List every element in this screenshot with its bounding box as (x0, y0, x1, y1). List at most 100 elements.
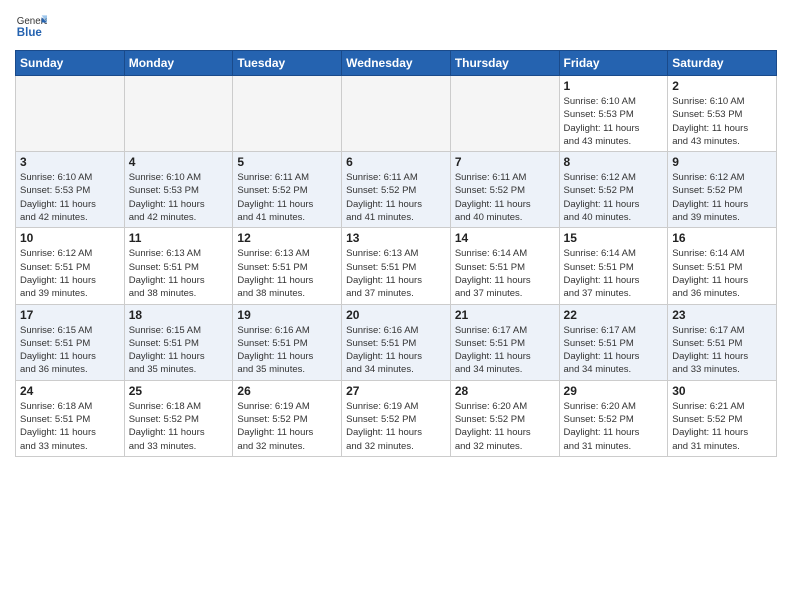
calendar-cell: 20Sunrise: 6:16 AMSunset: 5:51 PMDayligh… (342, 304, 451, 380)
day-number: 16 (672, 231, 772, 245)
day-number: 13 (346, 231, 446, 245)
day-info: Sunrise: 6:12 AMSunset: 5:52 PMDaylight:… (672, 171, 772, 224)
day-info: Sunrise: 6:15 AMSunset: 5:51 PMDaylight:… (129, 324, 229, 377)
calendar-cell: 14Sunrise: 6:14 AMSunset: 5:51 PMDayligh… (450, 228, 559, 304)
calendar-cell (16, 76, 125, 152)
day-info: Sunrise: 6:13 AMSunset: 5:51 PMDaylight:… (129, 247, 229, 300)
calendar-cell: 5 Sunrise: 6:11 AMSunset: 5:52 PMDaylight… (233, 152, 342, 228)
day-info: Sunrise: 6:15 AMSunset: 5:51 PMDaylight:… (20, 324, 120, 377)
day-info: Sunrise: 6:20 AMSunset: 5:52 PMDaylight:… (455, 400, 555, 453)
day-info: Sunrise: 6:12 AMSunset: 5:52 PMDaylight:… (564, 171, 664, 224)
day-number: 19 (237, 308, 337, 322)
day-number: 9 (672, 155, 772, 169)
calendar-cell: 28 Sunrise: 6:20 AMSunset: 5:52 PMDayligh… (450, 380, 559, 456)
day-number: 26 (237, 384, 337, 398)
header: General Blue (15, 10, 777, 42)
weekday-header-row: SundayMondayTuesdayWednesdayThursdayFrid… (16, 51, 777, 76)
day-info: Sunrise: 6:17 AMSunset: 5:51 PMDaylight:… (564, 324, 664, 377)
weekday-header-friday: Friday (559, 51, 668, 76)
calendar-cell (450, 76, 559, 152)
day-info: Sunrise: 6:19 AMSunset: 5:52 PMDaylight:… (237, 400, 337, 453)
day-info: Sunrise: 6:10 AMSunset: 5:53 PMDaylight:… (564, 95, 664, 148)
svg-text:Blue: Blue (17, 27, 43, 39)
calendar-cell: 27 Sunrise: 6:19 AMSunset: 5:52 PMDayligh… (342, 380, 451, 456)
week-row-3: 10Sunrise: 6:12 AMSunset: 5:51 PMDayligh… (16, 228, 777, 304)
day-info: Sunrise: 6:17 AMSunset: 5:51 PMDaylight:… (455, 324, 555, 377)
calendar-cell: 11 Sunrise: 6:13 AMSunset: 5:51 PMDayligh… (124, 228, 233, 304)
week-row-1: 1 Sunrise: 6:10 AMSunset: 5:53 PMDaylight… (16, 76, 777, 152)
day-number: 18 (129, 308, 229, 322)
calendar-cell: 19 Sunrise: 6:16 AMSunset: 5:51 PMDayligh… (233, 304, 342, 380)
day-info: Sunrise: 6:19 AMSunset: 5:52 PMDaylight:… (346, 400, 446, 453)
day-number: 1 (564, 79, 664, 93)
page: General Blue SundayMondayTuesdayWednesda… (0, 0, 792, 472)
calendar-cell: 3 Sunrise: 6:10 AMSunset: 5:53 PMDaylight… (16, 152, 125, 228)
day-info: Sunrise: 6:13 AMSunset: 5:51 PMDaylight:… (346, 247, 446, 300)
day-info: Sunrise: 6:11 AMSunset: 5:52 PMDaylight:… (346, 171, 446, 224)
day-number: 12 (237, 231, 337, 245)
day-info: Sunrise: 6:18 AMSunset: 5:52 PMDaylight:… (129, 400, 229, 453)
calendar-cell: 9 Sunrise: 6:12 AMSunset: 5:52 PMDaylight… (668, 152, 777, 228)
day-number: 15 (564, 231, 664, 245)
weekday-header-monday: Monday (124, 51, 233, 76)
day-number: 2 (672, 79, 772, 93)
calendar-cell: 1 Sunrise: 6:10 AMSunset: 5:53 PMDaylight… (559, 76, 668, 152)
week-row-5: 24 Sunrise: 6:18 AMSunset: 5:51 PMDayligh… (16, 380, 777, 456)
day-number: 6 (346, 155, 446, 169)
day-info: Sunrise: 6:10 AMSunset: 5:53 PMDaylight:… (20, 171, 120, 224)
calendar-cell: 13 Sunrise: 6:13 AMSunset: 5:51 PMDayligh… (342, 228, 451, 304)
day-info: Sunrise: 6:11 AMSunset: 5:52 PMDaylight:… (455, 171, 555, 224)
calendar-cell: 10Sunrise: 6:12 AMSunset: 5:51 PMDayligh… (16, 228, 125, 304)
day-number: 20 (346, 308, 446, 322)
day-number: 28 (455, 384, 555, 398)
calendar-cell (233, 76, 342, 152)
day-info: Sunrise: 6:11 AMSunset: 5:52 PMDaylight:… (237, 171, 337, 224)
generalblue-logo-icon: General Blue (15, 10, 47, 42)
day-number: 4 (129, 155, 229, 169)
day-number: 5 (237, 155, 337, 169)
week-row-2: 3 Sunrise: 6:10 AMSunset: 5:53 PMDaylight… (16, 152, 777, 228)
day-info: Sunrise: 6:12 AMSunset: 5:51 PMDaylight:… (20, 247, 120, 300)
day-info: Sunrise: 6:10 AMSunset: 5:53 PMDaylight:… (672, 95, 772, 148)
day-info: Sunrise: 6:16 AMSunset: 5:51 PMDaylight:… (237, 324, 337, 377)
weekday-header-saturday: Saturday (668, 51, 777, 76)
calendar-cell: 18 Sunrise: 6:15 AMSunset: 5:51 PMDayligh… (124, 304, 233, 380)
day-number: 11 (129, 231, 229, 245)
logo: General Blue (15, 10, 47, 42)
day-info: Sunrise: 6:18 AMSunset: 5:51 PMDaylight:… (20, 400, 120, 453)
day-number: 8 (564, 155, 664, 169)
calendar-table: SundayMondayTuesdayWednesdayThursdayFrid… (15, 50, 777, 457)
day-number: 25 (129, 384, 229, 398)
day-number: 3 (20, 155, 120, 169)
day-info: Sunrise: 6:20 AMSunset: 5:52 PMDaylight:… (564, 400, 664, 453)
weekday-header-thursday: Thursday (450, 51, 559, 76)
calendar-cell (342, 76, 451, 152)
calendar-cell: 23 Sunrise: 6:17 AMSunset: 5:51 PMDayligh… (668, 304, 777, 380)
calendar-cell: 17Sunrise: 6:15 AMSunset: 5:51 PMDayligh… (16, 304, 125, 380)
calendar-cell: 29 Sunrise: 6:20 AMSunset: 5:52 PMDayligh… (559, 380, 668, 456)
calendar-cell: 8 Sunrise: 6:12 AMSunset: 5:52 PMDaylight… (559, 152, 668, 228)
day-number: 21 (455, 308, 555, 322)
day-info: Sunrise: 6:13 AMSunset: 5:51 PMDaylight:… (237, 247, 337, 300)
calendar-cell (124, 76, 233, 152)
calendar-cell: 21 Sunrise: 6:17 AMSunset: 5:51 PMDayligh… (450, 304, 559, 380)
day-number: 24 (20, 384, 120, 398)
day-info: Sunrise: 6:14 AMSunset: 5:51 PMDaylight:… (564, 247, 664, 300)
day-number: 23 (672, 308, 772, 322)
day-number: 27 (346, 384, 446, 398)
calendar-cell: 25 Sunrise: 6:18 AMSunset: 5:52 PMDayligh… (124, 380, 233, 456)
week-row-4: 17Sunrise: 6:15 AMSunset: 5:51 PMDayligh… (16, 304, 777, 380)
day-number: 29 (564, 384, 664, 398)
calendar-cell: 4 Sunrise: 6:10 AMSunset: 5:53 PMDaylight… (124, 152, 233, 228)
day-info: Sunrise: 6:10 AMSunset: 5:53 PMDaylight:… (129, 171, 229, 224)
calendar-cell: 12 Sunrise: 6:13 AMSunset: 5:51 PMDayligh… (233, 228, 342, 304)
calendar-cell: 2 Sunrise: 6:10 AMSunset: 5:53 PMDaylight… (668, 76, 777, 152)
calendar-cell: 7Sunrise: 6:11 AMSunset: 5:52 PMDaylight… (450, 152, 559, 228)
day-info: Sunrise: 6:17 AMSunset: 5:51 PMDaylight:… (672, 324, 772, 377)
calendar-cell: 16Sunrise: 6:14 AMSunset: 5:51 PMDayligh… (668, 228, 777, 304)
day-info: Sunrise: 6:14 AMSunset: 5:51 PMDaylight:… (455, 247, 555, 300)
calendar-cell: 30Sunrise: 6:21 AMSunset: 5:52 PMDayligh… (668, 380, 777, 456)
calendar-cell: 26 Sunrise: 6:19 AMSunset: 5:52 PMDayligh… (233, 380, 342, 456)
calendar-cell: 24 Sunrise: 6:18 AMSunset: 5:51 PMDayligh… (16, 380, 125, 456)
weekday-header-tuesday: Tuesday (233, 51, 342, 76)
